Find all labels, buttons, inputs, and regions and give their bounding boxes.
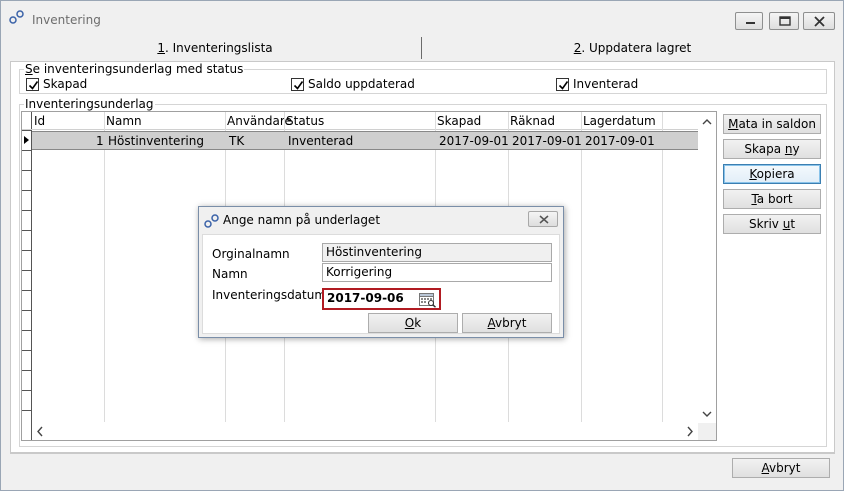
cell-namn: Höstinventering xyxy=(108,134,204,148)
tab-key: 1 xyxy=(157,41,165,55)
scroll-right-icon[interactable] xyxy=(682,423,698,440)
cell-anvandare: TK xyxy=(229,134,245,148)
inventory-date-field[interactable]: 2017-09-06 xyxy=(322,288,441,310)
checkbox-label: Skapad xyxy=(43,77,88,91)
tab-divider xyxy=(421,37,422,59)
cell-id: 1 xyxy=(96,134,104,148)
minimize-icon xyxy=(746,22,755,24)
scroll-corner xyxy=(698,423,716,440)
tab-uppdatera-lagret[interactable]: 2. Uppdatera lagret xyxy=(430,35,835,61)
current-row-arrow-icon xyxy=(24,136,29,144)
original-name-field: Höstinventering xyxy=(322,243,552,262)
dialog-cancel-button[interactable]: Avbryt xyxy=(462,313,552,333)
tab-bar: 1. Inventeringslista 2. Uppdatera lagret xyxy=(10,35,834,61)
maximize-button[interactable] xyxy=(769,12,799,30)
name-dialog: Ange namn på underlaget Orginalnamn Höst… xyxy=(198,206,564,338)
close-button[interactable] xyxy=(803,12,835,30)
column-header-anvandare[interactable]: Användare xyxy=(227,114,292,128)
scroll-down-icon[interactable] xyxy=(698,406,716,422)
checkbox-box[interactable] xyxy=(556,77,569,91)
scroll-left-icon[interactable] xyxy=(32,423,48,440)
vertical-scrollbar[interactable] xyxy=(698,112,716,422)
minimize-button[interactable] xyxy=(735,12,763,30)
avbryt-button[interactable]: Avbryt xyxy=(732,458,830,478)
checkbox-label: Saldo uppdaterad xyxy=(308,77,415,91)
skriv-ut-button[interactable]: Skriv ut xyxy=(723,214,821,234)
dialog-body: Orginalnamn Höstinventering Namn Korrige… xyxy=(202,234,560,334)
column-header-skapad[interactable]: Skapad xyxy=(437,114,481,128)
column-header-id[interactable]: Id xyxy=(34,114,45,128)
tab-inventeringslista[interactable]: 1. Inventeringslista xyxy=(10,35,420,61)
dialog-close-button[interactable] xyxy=(528,211,558,227)
column-header-raknad[interactable]: Räknad xyxy=(510,114,555,128)
checkbox-skapad[interactable]: Skapad xyxy=(26,77,87,91)
original-name-label: Orginalnamn xyxy=(212,247,290,261)
close-icon xyxy=(814,16,825,27)
check-icon xyxy=(558,80,569,90)
tab-label: . Uppdatera lagret xyxy=(581,41,692,55)
dialog-title: Ange namn på underlaget xyxy=(223,213,381,227)
scroll-up-icon[interactable] xyxy=(698,114,716,130)
status-filter-legend: Se inventeringsunderlag med status xyxy=(25,62,244,76)
cell-raknad: 2017-09-01 xyxy=(512,134,582,148)
check-icon xyxy=(293,80,304,90)
checkbox-box[interactable] xyxy=(291,77,304,91)
name-field[interactable]: Korrigering xyxy=(322,263,552,282)
ta-bort-button[interactable]: Ta bort xyxy=(723,189,821,209)
mata-in-saldon-button[interactable]: Mata in saldon xyxy=(723,114,821,134)
status-filter-group: Se inventeringsunderlag med status xyxy=(19,62,827,94)
window-title: Inventering xyxy=(32,13,101,27)
grid-header: Id Namn Användare Status Skapad Räknad L… xyxy=(22,112,698,130)
checkbox-label: Inventerad xyxy=(573,77,639,91)
app-icon xyxy=(204,214,219,228)
list-legend: Inventeringsunderlag xyxy=(25,97,154,111)
table-row[interactable]: 1 Höstinventering TK Inventerad 2017-09-… xyxy=(32,131,698,150)
name-label: Namn xyxy=(212,267,248,281)
calendar-icon[interactable] xyxy=(418,291,437,308)
check-icon xyxy=(28,80,39,90)
title-bar[interactable]: Inventering xyxy=(1,1,843,31)
cell-status: Inventerad xyxy=(288,134,354,148)
column-header-lagerdatum[interactable]: Lagerdatum xyxy=(583,114,656,128)
column-header-namn[interactable]: Namn xyxy=(106,114,142,128)
maximize-icon xyxy=(779,16,791,26)
footer-divider xyxy=(10,453,835,454)
inventering-window: Inventering 1. Inventeringslista 2. Uppd… xyxy=(0,0,844,491)
checkbox-inventerad[interactable]: Inventerad xyxy=(556,77,638,91)
row-header-column xyxy=(22,112,32,440)
checkbox-saldo-uppdaterad[interactable]: Saldo uppdaterad xyxy=(291,77,415,91)
ok-button[interactable]: Ok xyxy=(368,313,458,333)
app-icon xyxy=(9,10,24,24)
cell-skapad: 2017-09-01 xyxy=(439,134,509,148)
close-icon xyxy=(539,215,549,224)
horizontal-scrollbar[interactable] xyxy=(32,423,698,440)
inventory-date-value[interactable]: 2017-09-06 xyxy=(327,291,404,305)
checkbox-box[interactable] xyxy=(26,77,39,91)
column-header-status[interactable]: Status xyxy=(286,114,324,128)
tab-label: . Inventeringslista xyxy=(164,41,273,55)
skapa-ny-button[interactable]: Skapa ny xyxy=(723,139,821,159)
date-label: Inventeringsdatum xyxy=(212,288,327,302)
kopiera-button[interactable]: Kopiera xyxy=(723,164,821,184)
cell-lagerdatum: 2017-09-01 xyxy=(585,134,655,148)
